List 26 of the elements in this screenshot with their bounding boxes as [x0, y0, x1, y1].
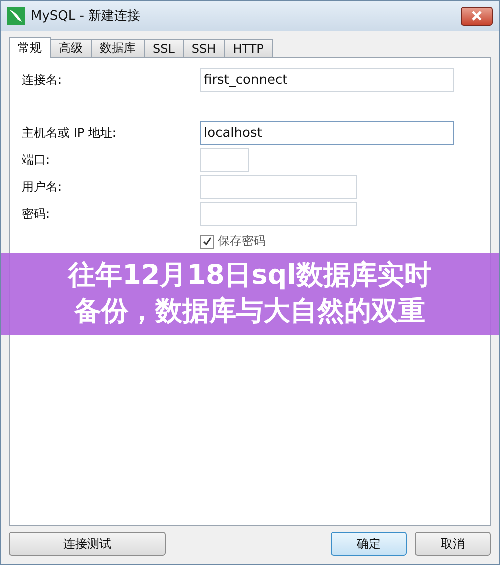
input-field[interactable]: first_connect	[200, 68, 454, 92]
tab[interactable]: 高级	[50, 39, 92, 58]
dialog-button[interactable]: 取消	[415, 532, 491, 556]
window-title: MySQL - 新建连接	[31, 8, 142, 25]
field-label: 用户名:	[22, 178, 64, 196]
banner-text: 备份，数据库与大自然的双重	[74, 295, 426, 329]
banner-text: 往年12月18日sql数据库实时	[68, 259, 432, 293]
close-button[interactable]	[461, 6, 493, 26]
tab[interactable]: HTTP	[224, 39, 273, 58]
input-field[interactable]	[200, 175, 357, 199]
dialog-button[interactable]: 连接测试	[9, 532, 166, 556]
tab[interactable]: SSL	[144, 39, 184, 58]
tab[interactable]: 数据库	[91, 39, 145, 58]
input-field[interactable]	[200, 148, 249, 172]
tab[interactable]: SSH	[182, 39, 226, 58]
checkbox-label: 保存密码	[218, 233, 266, 250]
field-label: 主机名或 IP 地址:	[22, 124, 118, 142]
checkbox[interactable]	[200, 234, 214, 248]
close-icon	[471, 11, 483, 21]
field-label: 端口:	[22, 152, 52, 168]
tab[interactable]: 常规	[9, 37, 51, 58]
field-label: 密码:	[22, 206, 52, 222]
field-label: 连接名:	[22, 72, 64, 88]
input-field[interactable]: localhost	[200, 121, 454, 145]
dialog-button[interactable]: 确定	[331, 532, 407, 556]
input-field[interactable]	[200, 202, 357, 226]
